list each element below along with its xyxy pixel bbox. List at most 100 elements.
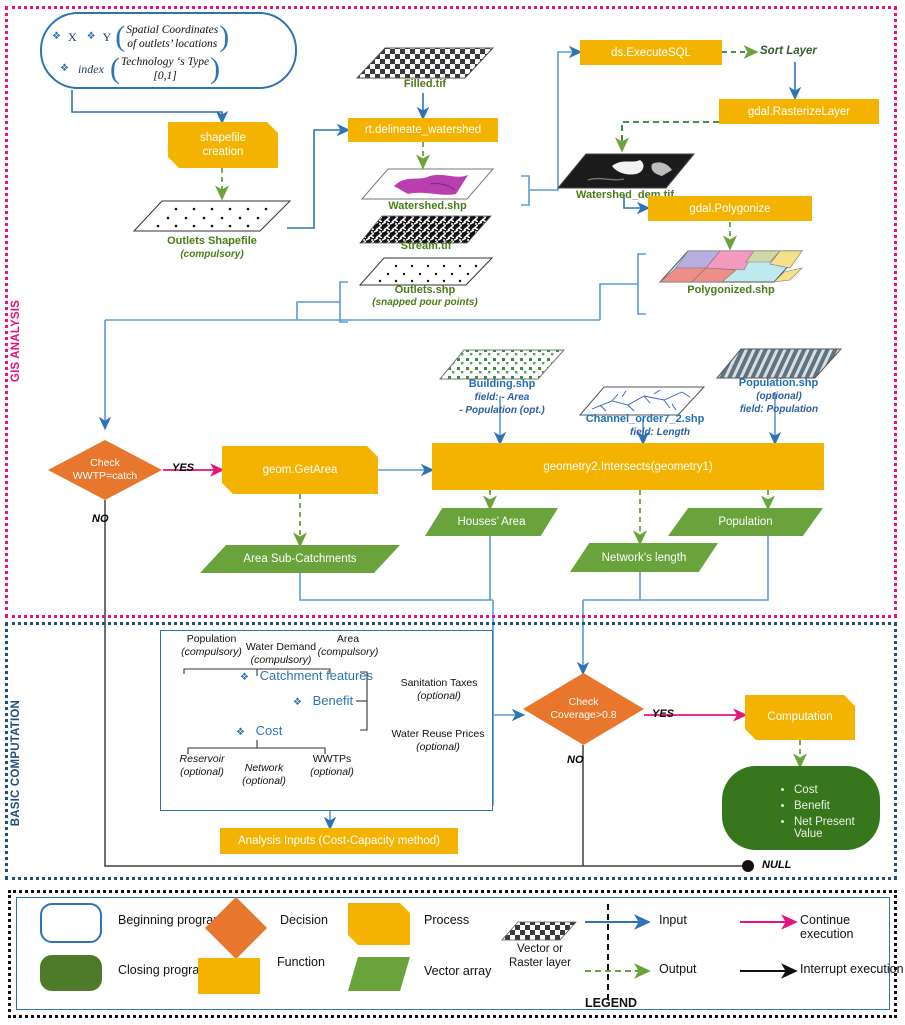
calc-wwtps: WWTPs (optional) bbox=[290, 753, 374, 778]
basic-computation-label: BASIC COMPUTATION bbox=[10, 700, 22, 827]
outlets-shp-sublabel: (snapped pour points) bbox=[372, 297, 478, 308]
result-item: Cost bbox=[794, 784, 880, 796]
legend-vector-array-label: Vector array bbox=[424, 964, 492, 978]
function-execute-sql[interactable]: ds.ExecuteSQL bbox=[580, 40, 722, 65]
calc-benefit-text: Benefit bbox=[312, 693, 354, 708]
building-shp-layer-icon bbox=[438, 348, 566, 382]
legend-closing-program-label: Closing program bbox=[118, 963, 210, 977]
legend-continue-execution-label: Continue execution bbox=[800, 913, 854, 941]
calc-sanitation-taxes-text: Sanitation Taxes bbox=[400, 677, 478, 689]
function-geometry-intersects[interactable]: geometry2.Intersects(geometry1) bbox=[432, 443, 824, 490]
legend-process-shape bbox=[348, 903, 410, 945]
watershed-dem-layer-icon bbox=[556, 150, 696, 192]
diamond-bullet-icon: ❖ bbox=[236, 727, 245, 738]
coverage-yes-label: YES bbox=[652, 708, 675, 720]
calc-benefit: ❖ Benefit bbox=[293, 693, 353, 708]
legend-beginning-program-shape bbox=[40, 903, 102, 943]
gis-analysis-label: GIS ANALYSIS bbox=[10, 300, 22, 383]
calc-area: Area (compulsory) bbox=[303, 633, 393, 658]
outlets-shapefile-layer-icon bbox=[132, 198, 292, 234]
calc-water-reuse: Water Reuse Prices (optional) bbox=[375, 728, 501, 753]
legend-raster-layer-icon bbox=[500, 920, 578, 942]
calc-sanitation-taxes-sub: (optional) bbox=[417, 689, 461, 702]
flowchart-page: GIS ANALYSIS BASIC COMPUTATION ❖ X ❖ Y (… bbox=[0, 0, 905, 1025]
calc-area-sub: (compulsory) bbox=[317, 645, 379, 658]
function-gdal-polygonize[interactable]: gdal.Polygonize bbox=[648, 196, 812, 221]
legend-vector-array-shape bbox=[348, 957, 410, 991]
calc-catchment-features-text: Catchment features bbox=[259, 668, 374, 683]
calc-water-reuse-sub: (optional) bbox=[416, 740, 460, 753]
vector-array-network-length: Network’s length bbox=[570, 543, 718, 572]
start-var-x: X bbox=[67, 29, 77, 44]
coverage-no-label: NO bbox=[567, 754, 584, 766]
calc-sanitation-taxes: Sanitation Taxes (optional) bbox=[379, 677, 499, 702]
sort-layer-output-label: Sort Layer bbox=[760, 45, 817, 57]
process-shapefile-creation[interactable]: shapefile creation bbox=[168, 122, 278, 168]
start-var-y: Y bbox=[102, 29, 112, 44]
population-shp-sublabel: (optional) field: Population bbox=[739, 391, 819, 415]
legend-function-label: Function bbox=[277, 955, 325, 969]
calc-cost: ❖ Cost bbox=[236, 723, 282, 738]
outlets-shp-label: Outlets.shp bbox=[394, 284, 456, 296]
diamond-bullet-icon: ❖ bbox=[52, 31, 61, 42]
legend-input-label: Input bbox=[659, 913, 687, 927]
function-delineate-watershed[interactable]: rt.delineate_watershed bbox=[348, 118, 498, 142]
population-shp-layer-icon bbox=[715, 347, 843, 381]
outlets-shapefile-label: Outlets Shapefile bbox=[167, 235, 257, 247]
right-paren-icon: ) bbox=[219, 20, 230, 53]
process-computation[interactable]: Computation bbox=[745, 695, 855, 740]
left-paren-icon: ( bbox=[109, 52, 120, 85]
filled-tif-label: Filled.tif bbox=[403, 78, 447, 90]
calc-area-text: Area bbox=[336, 633, 360, 645]
watershed-shp-layer-icon bbox=[360, 166, 495, 204]
legend-title: LEGEND bbox=[585, 996, 638, 1010]
vector-array-houses-area: Houses’ Area bbox=[425, 508, 558, 536]
population-shp-label: Population.shp bbox=[738, 377, 819, 389]
calc-network-text: Network bbox=[244, 762, 284, 774]
diamond-bullet-icon: ❖ bbox=[86, 31, 96, 42]
wwtp-yes-label: YES bbox=[172, 462, 195, 474]
legend-output-label: Output bbox=[659, 962, 697, 976]
vector-array-population: Population bbox=[668, 508, 823, 536]
result-item: Benefit bbox=[794, 800, 880, 812]
left-paren-icon: ( bbox=[115, 20, 126, 53]
polygonized-shp-layer-icon bbox=[658, 248, 804, 288]
legend-interrupt-execution-label: Interrupt execution bbox=[800, 962, 904, 976]
function-analysis-inputs[interactable]: Analysis Inputs (Cost-Capacity method) bbox=[220, 828, 458, 854]
legend-process-label: Process bbox=[424, 913, 470, 927]
vector-array-area-sub-catchments: Area Sub-Catchments bbox=[200, 545, 400, 573]
diamond-bullet-icon: ❖ bbox=[60, 63, 69, 74]
results-list: Cost Benefit Net Present Value bbox=[722, 784, 880, 840]
legend-beginning-program-label: Beginning program bbox=[118, 913, 224, 927]
stream-tif-label: Stream.tif bbox=[400, 240, 452, 252]
calc-water-reuse-text: Water Reuse Prices bbox=[391, 728, 485, 740]
calc-wwtps-text: WWTPs bbox=[312, 753, 352, 765]
calc-reservoir-text: Reservoir bbox=[179, 753, 225, 765]
start-var-index: index bbox=[77, 61, 104, 76]
start-row-index: ❖ index ( Technology ‘s Type [0,1] ) bbox=[60, 54, 220, 84]
start-row-coordinates: ❖ X ❖ Y ( Spatial Coordinates of outlets… bbox=[52, 22, 229, 52]
legend-divider bbox=[607, 904, 609, 1000]
building-shp-label: Building.shp bbox=[468, 378, 536, 390]
process-geom-get-area[interactable]: geom.GetArea bbox=[222, 446, 378, 494]
outlets-shapefile-sublabel: (compulsory) bbox=[180, 249, 244, 260]
function-rasterize-layer[interactable]: gdal.RasterizeLayer bbox=[719, 99, 879, 124]
calc-cost-text: Cost bbox=[255, 723, 283, 738]
calc-wwtps-sub: (optional) bbox=[310, 765, 354, 778]
calc-network-sub: (optional) bbox=[242, 774, 286, 787]
diamond-bullet-icon: ❖ bbox=[293, 697, 302, 708]
legend-function-shape bbox=[198, 958, 260, 994]
legend-vector-or-raster-label: Vector or Raster layer bbox=[509, 943, 571, 969]
legend-decision-label: Decision bbox=[280, 913, 328, 927]
channel-shp-sublabel: field: Length bbox=[630, 427, 690, 438]
result-item: Net Present Value bbox=[794, 816, 880, 840]
legend-closing-program-shape bbox=[40, 955, 102, 991]
start-desc-technology: Technology ‘s Type [0,1] bbox=[120, 55, 210, 82]
right-paren-icon: ) bbox=[210, 52, 221, 85]
calc-catchment-features: ❖ Catchment features bbox=[240, 668, 373, 683]
calc-reservoir-sub: (optional) bbox=[180, 765, 224, 778]
null-label: NULL bbox=[762, 859, 792, 871]
start-desc-coordinates: Spatial Coordinates of outlets’ location… bbox=[126, 23, 219, 50]
wwtp-no-label: NO bbox=[92, 513, 109, 525]
diamond-bullet-icon: ❖ bbox=[240, 672, 249, 683]
